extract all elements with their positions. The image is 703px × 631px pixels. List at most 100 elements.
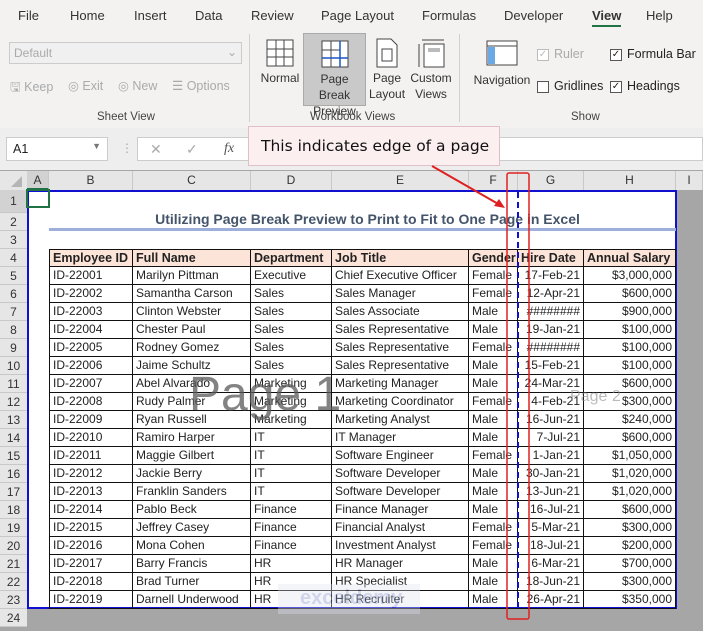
table-cell[interactable]: 17-Feb-21 xyxy=(518,267,584,285)
keep-button[interactable]: 🖫 Keep xyxy=(10,78,53,99)
table-cell[interactable]: Male xyxy=(469,483,518,501)
column-title[interactable]: Full Name xyxy=(133,249,251,267)
table-cell[interactable]: ID-22005 xyxy=(49,339,133,357)
tab-data[interactable]: Data xyxy=(195,8,222,23)
table-cell[interactable]: ID-22019 xyxy=(49,591,133,609)
row-header-7[interactable]: 7 xyxy=(0,303,27,321)
table-cell[interactable]: Chester Paul xyxy=(133,321,251,339)
table-cell[interactable]: Female xyxy=(469,393,518,411)
row-header-19[interactable]: 19 xyxy=(0,519,27,537)
table-cell[interactable]: ID-22014 xyxy=(49,501,133,519)
ruler-checkbox[interactable]: ✓ Ruler xyxy=(537,47,584,61)
cancel-icon[interactable]: ✕ xyxy=(150,141,162,158)
table-cell[interactable]: ID-22003 xyxy=(49,303,133,321)
page-layout-button[interactable]: Page Layout xyxy=(369,36,405,102)
table-cell[interactable]: Female xyxy=(469,267,518,285)
table-cell[interactable]: $700,000 xyxy=(584,555,676,573)
tab-page-layout[interactable]: Page Layout xyxy=(321,8,394,23)
column-header-C[interactable]: C xyxy=(133,171,251,190)
table-cell[interactable]: Finance xyxy=(251,519,332,537)
table-cell[interactable]: ID-22002 xyxy=(49,285,133,303)
table-cell[interactable]: Samantha Carson xyxy=(133,285,251,303)
table-cell[interactable]: Finance xyxy=(251,501,332,519)
tab-insert[interactable]: Insert xyxy=(134,8,167,23)
table-cell[interactable]: Sales Manager xyxy=(332,285,469,303)
row-header-20[interactable]: 20 xyxy=(0,537,27,555)
table-cell[interactable]: Maggie Gilbert xyxy=(133,447,251,465)
table-cell[interactable]: $600,000 xyxy=(584,285,676,303)
table-cell[interactable]: Male xyxy=(469,321,518,339)
table-cell[interactable]: IT xyxy=(251,447,332,465)
column-header-H[interactable]: H xyxy=(584,171,676,190)
name-box[interactable]: A1 ▼ xyxy=(6,137,108,161)
table-cell[interactable]: ######## xyxy=(518,303,584,321)
table-cell[interactable]: Female xyxy=(469,537,518,555)
table-cell[interactable]: Investment Analyst xyxy=(332,537,469,555)
table-cell[interactable]: $100,000 xyxy=(584,357,676,375)
table-cell[interactable]: 13-Jun-21 xyxy=(518,483,584,501)
table-cell[interactable]: Financial Analyst xyxy=(332,519,469,537)
row-header-18[interactable]: 18 xyxy=(0,501,27,519)
table-cell[interactable]: 7-Jul-21 xyxy=(518,429,584,447)
row-header-1[interactable]: 1 xyxy=(0,190,27,213)
table-cell[interactable]: Finance Manager xyxy=(332,501,469,519)
table-cell[interactable]: Marketing Analyst xyxy=(332,411,469,429)
table-cell[interactable]: $200,000 xyxy=(584,537,676,555)
column-title[interactable]: Employee ID xyxy=(49,249,133,267)
table-cell[interactable]: Marketing Manager xyxy=(332,375,469,393)
table-cell[interactable]: 15-Feb-21 xyxy=(518,357,584,375)
new-button[interactable]: ◎ New xyxy=(118,78,157,93)
table-cell[interactable]: Male xyxy=(469,375,518,393)
column-title[interactable]: Job Title xyxy=(332,249,469,267)
table-cell[interactable]: Female xyxy=(469,447,518,465)
table-cell[interactable]: IT xyxy=(251,483,332,501)
table-cell[interactable]: HR Specialist xyxy=(332,573,469,591)
row-header-22[interactable]: 22 xyxy=(0,573,27,591)
table-cell[interactable]: $300,000 xyxy=(584,573,676,591)
table-cell[interactable]: Barry Francis xyxy=(133,555,251,573)
table-cell[interactable]: Sales Representative xyxy=(332,321,469,339)
row-header-6[interactable]: 6 xyxy=(0,285,27,303)
custom-views-button[interactable]: Custom Views xyxy=(408,36,454,102)
table-cell[interactable]: Chief Executive Officer xyxy=(332,267,469,285)
table-cell[interactable]: HR xyxy=(251,591,332,609)
table-cell[interactable]: $350,000 xyxy=(584,591,676,609)
row-header-16[interactable]: 16 xyxy=(0,465,27,483)
table-cell[interactable]: ID-22017 xyxy=(49,555,133,573)
row-header-23[interactable]: 23 xyxy=(0,591,27,609)
table-cell[interactable]: ######## xyxy=(518,339,584,357)
row-header-2[interactable]: 2 xyxy=(0,213,27,231)
row-header-10[interactable]: 10 xyxy=(0,357,27,375)
table-cell[interactable]: Software Developer xyxy=(332,483,469,501)
table-cell[interactable]: Darnell Underwood xyxy=(133,591,251,609)
tab-help[interactable]: Help xyxy=(646,8,673,23)
fx-icon[interactable]: fx xyxy=(224,141,234,157)
row-header-15[interactable]: 15 xyxy=(0,447,27,465)
table-cell[interactable]: 26-Apr-21 xyxy=(518,591,584,609)
gridlines-checkbox[interactable]: Gridlines xyxy=(537,79,603,93)
column-header-A[interactable]: A xyxy=(27,171,49,190)
table-cell[interactable]: Sales xyxy=(251,303,332,321)
table-cell[interactable]: Male xyxy=(469,573,518,591)
sheet-view-dropdown[interactable]: Default ⌄ xyxy=(9,42,242,64)
row-header-14[interactable]: 14 xyxy=(0,429,27,447)
table-cell[interactable]: Female xyxy=(469,339,518,357)
table-cell[interactable]: Software Developer xyxy=(332,465,469,483)
select-all-button[interactable] xyxy=(0,171,27,190)
table-cell[interactable]: $600,000 xyxy=(584,429,676,447)
table-cell[interactable]: ID-22011 xyxy=(49,447,133,465)
tab-formulas[interactable]: Formulas xyxy=(422,8,476,23)
table-cell[interactable]: Sales Associate xyxy=(332,303,469,321)
column-header-I[interactable]: I xyxy=(676,171,703,190)
row-header-5[interactable]: 5 xyxy=(0,267,27,285)
table-cell[interactable]: 18-Jun-21 xyxy=(518,573,584,591)
navigation-button[interactable]: Navigation xyxy=(470,40,534,88)
table-cell[interactable]: 16-Jul-21 xyxy=(518,501,584,519)
table-cell[interactable]: ID-22008 xyxy=(49,393,133,411)
table-cell[interactable]: $1,020,000 xyxy=(584,465,676,483)
table-cell[interactable]: $300,000 xyxy=(584,519,676,537)
column-title[interactable]: Annual Salary xyxy=(584,249,676,267)
table-cell[interactable]: Male xyxy=(469,303,518,321)
table-cell[interactable]: Sales xyxy=(251,321,332,339)
table-cell[interactable]: Finance xyxy=(251,537,332,555)
